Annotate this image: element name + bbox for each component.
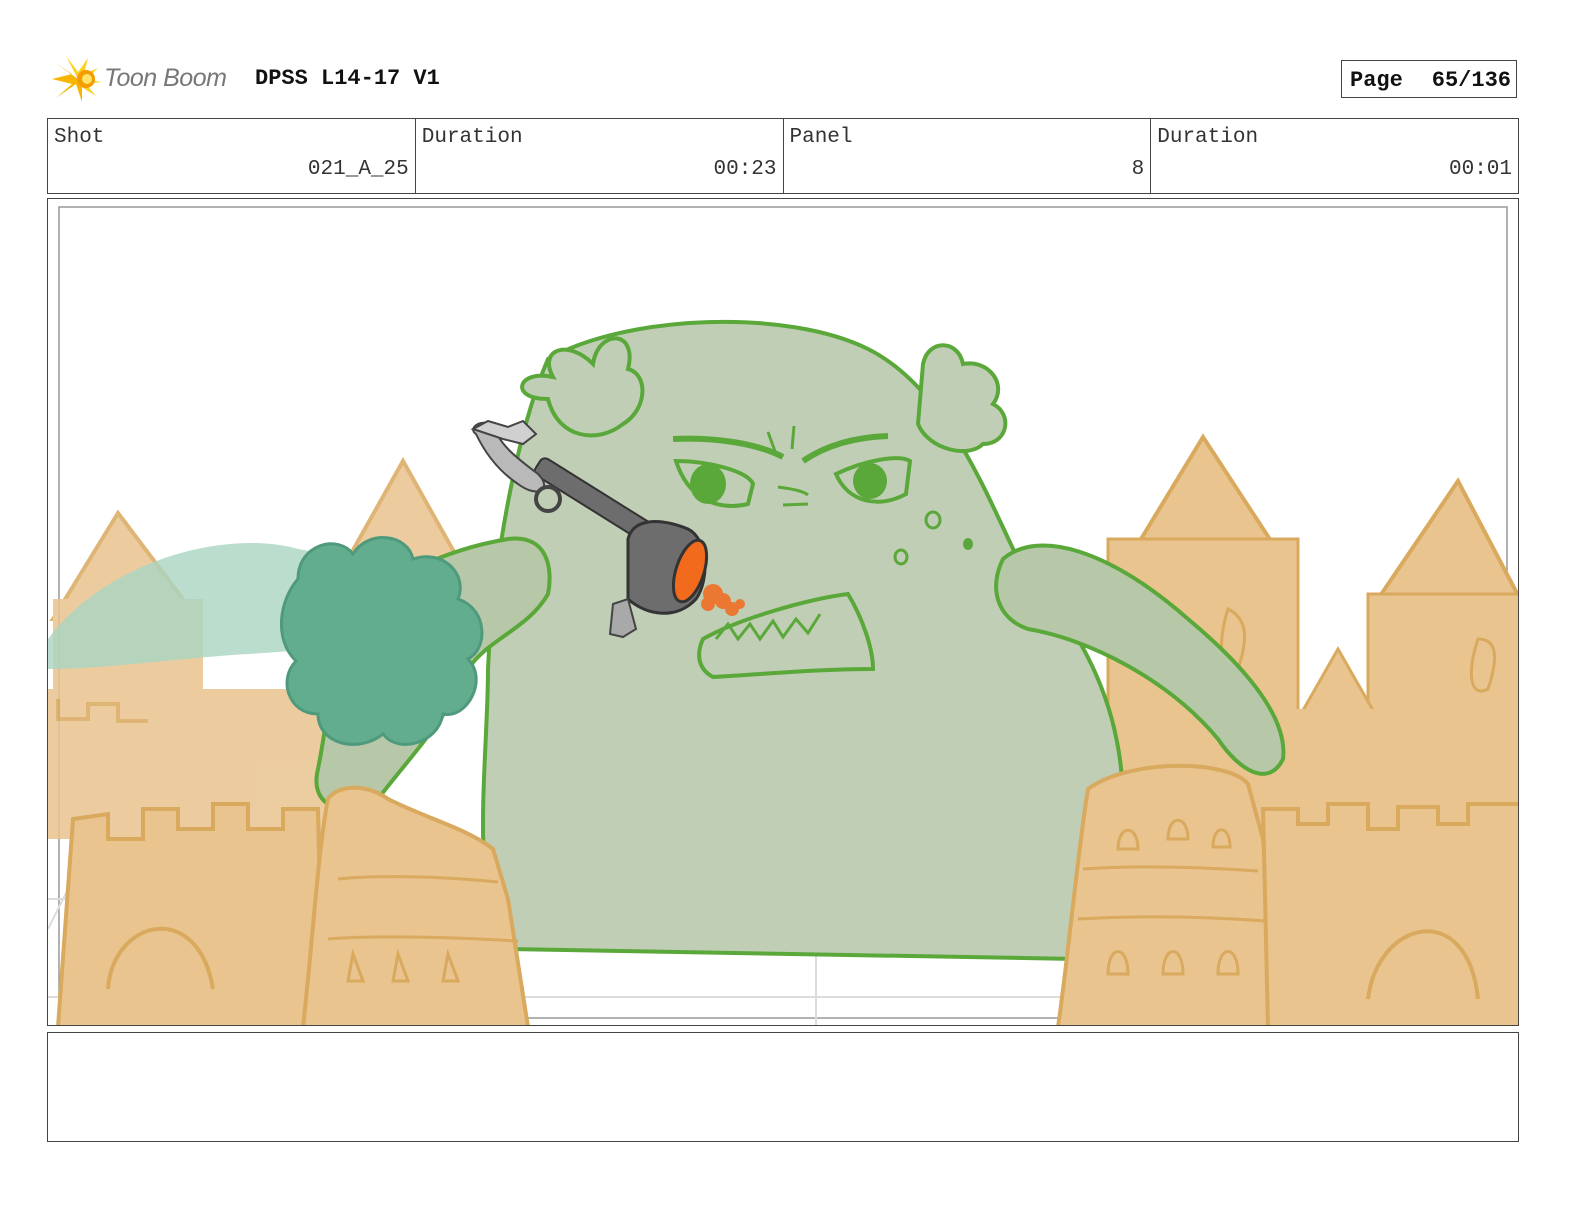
panel-label: Panel [789,126,853,149]
shot-label: Shot [54,126,105,149]
panel-artwork [48,206,1518,1025]
shot-duration-cell: Duration 00:23 [416,119,784,193]
page-header: Toon Boom DPSS L14-17 V1 [52,54,1532,104]
brand-name: Toon Boom [104,64,227,92]
page-label: Page [1350,68,1403,93]
panel-duration-value: 00:01 [1448,158,1512,181]
panel-duration-label: Duration [1157,126,1259,149]
panel-duration-cell: Duration 00:01 [1151,119,1518,193]
page-number: 65/136 [1431,68,1511,93]
teal-puff [280,536,484,746]
storyboard-panel [47,198,1519,1026]
panel-value: 8 [1131,158,1145,181]
starburst-icon [52,56,102,102]
project-title: DPSS L14-17 V1 [255,66,440,91]
shot-cell: Shot 021_A_25 [48,119,416,193]
shot-duration-value: 00:23 [713,158,777,181]
shot-value: 021_A_25 [307,158,409,181]
toon-boom-logo: Toon Boom [52,54,242,104]
page-indicator: Page 65/136 [1341,60,1517,98]
shot-duration-label: Duration [421,126,523,149]
shot-info-table: Shot 021_A_25 Duration 00:23 Panel 8 Dur… [47,118,1519,194]
panel-cell: Panel 8 [784,119,1152,193]
panel-notes [47,1032,1519,1142]
